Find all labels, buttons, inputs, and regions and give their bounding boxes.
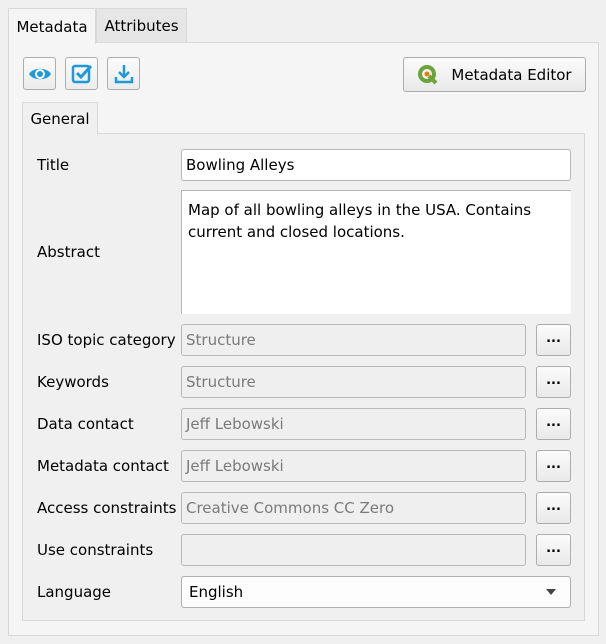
field-label: ISO topic category (37, 331, 176, 349)
field-input[interactable]: Structure (181, 366, 526, 398)
tab-label: Metadata (16, 17, 88, 36)
abstract-textarea[interactable]: Map of all bowling alleys in the USA. Co… (181, 190, 571, 314)
tab-general[interactable]: General (22, 102, 98, 135)
field-label: Metadata contact (37, 457, 169, 475)
browse-button[interactable]: ... (536, 366, 571, 398)
field-label: Access constraints (37, 499, 177, 517)
tab-label: General (30, 110, 90, 128)
abstract-label: Abstract (37, 243, 100, 261)
title-label: Title (37, 156, 70, 174)
browse-button[interactable]: ... (536, 324, 571, 356)
browse-button[interactable]: ... (536, 450, 571, 482)
browse-button[interactable]: ... (536, 408, 571, 440)
browse-button[interactable]: ... (536, 534, 571, 566)
language-select[interactable]: English (181, 576, 571, 608)
language-label: Language (37, 583, 112, 601)
save-button[interactable] (107, 57, 140, 90)
checkbox-icon (71, 64, 92, 83)
field-label: Keywords (37, 373, 109, 391)
qgis-logo-icon (418, 64, 438, 84)
field-input[interactable]: Structure (181, 324, 526, 356)
language-value: English (189, 583, 244, 601)
field-input[interactable]: Jeff Lebowski (181, 450, 526, 482)
eye-icon (28, 68, 51, 79)
field-label: Use constraints (37, 541, 154, 559)
preview-button[interactable] (23, 57, 56, 90)
chevron-down-icon (546, 589, 556, 595)
field-input[interactable]: Creative Commons CC Zero (181, 492, 526, 524)
field-label: Data contact (37, 415, 134, 433)
download-icon (114, 64, 133, 83)
metadata-editor-button[interactable]: Metadata Editor (403, 57, 586, 92)
field-input[interactable] (181, 534, 526, 566)
tab-label: Attributes (104, 17, 179, 35)
tab-metadata[interactable]: Metadata (8, 8, 96, 44)
button-label: Metadata Editor (451, 65, 572, 84)
tab-attributes[interactable]: Attributes (96, 8, 187, 43)
field-input[interactable]: Jeff Lebowski (181, 408, 526, 440)
browse-button[interactable]: ... (536, 492, 571, 524)
validate-button[interactable] (65, 57, 98, 90)
title-input[interactable]: Bowling Alleys (181, 149, 571, 181)
